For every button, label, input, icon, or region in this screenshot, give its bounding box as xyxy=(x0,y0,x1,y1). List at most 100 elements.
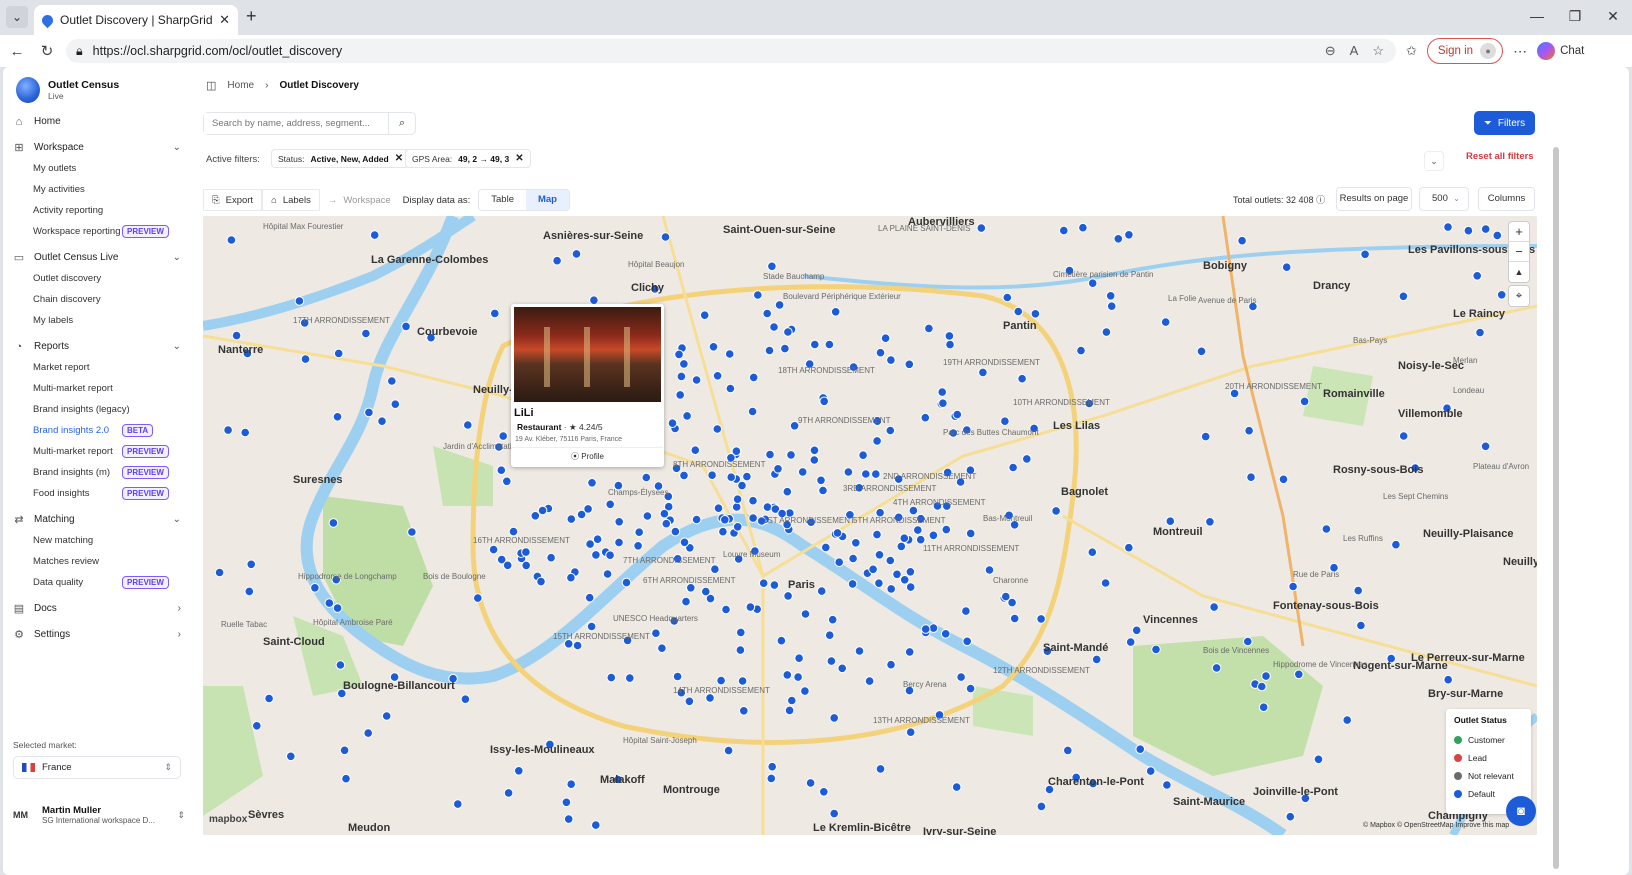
outlet-marker[interactable] xyxy=(521,560,532,571)
market-select[interactable]: France ⇕ xyxy=(13,756,181,779)
outlet-marker[interactable] xyxy=(824,630,835,641)
outlet-marker[interactable] xyxy=(837,663,848,674)
sidebar-item-new-matching[interactable]: New matching xyxy=(3,530,193,551)
outlet-marker[interactable] xyxy=(938,398,948,408)
outlet-marker[interactable] xyxy=(634,527,645,538)
outlet-marker[interactable] xyxy=(940,629,951,639)
outlet-marker[interactable] xyxy=(605,550,615,561)
outlet-marker[interactable] xyxy=(502,560,513,571)
outlet-marker[interactable] xyxy=(659,508,670,519)
outlet-marker[interactable] xyxy=(675,390,686,400)
outlet-marker[interactable] xyxy=(341,773,351,784)
sidebar-item-multi-market-report-preview[interactable]: Multi-market report PREVIEW xyxy=(3,441,193,462)
outlet-marker[interactable] xyxy=(1087,547,1098,558)
outlet-marker[interactable] xyxy=(718,526,728,537)
outlet-marker[interactable] xyxy=(1209,602,1219,612)
outlet-marker[interactable] xyxy=(586,621,597,632)
outlet-marker[interactable] xyxy=(1113,234,1124,244)
zoom-out-button[interactable]: − xyxy=(1509,242,1529,262)
outlet-marker[interactable] xyxy=(214,567,225,578)
outlet-marker[interactable] xyxy=(827,614,838,625)
outlet-marker[interactable] xyxy=(797,467,808,477)
outlet-marker[interactable] xyxy=(1002,292,1013,303)
chat-support-icon[interactable]: ◙ xyxy=(1506,796,1536,826)
outlet-marker[interactable] xyxy=(899,575,910,585)
search-input[interactable] xyxy=(204,113,390,134)
outlet-marker[interactable] xyxy=(864,676,875,686)
outlet-marker[interactable] xyxy=(572,640,583,651)
outlet-marker[interactable] xyxy=(937,387,948,397)
outlet-marker[interactable] xyxy=(1008,462,1018,473)
outlet-marker[interactable] xyxy=(1205,517,1215,527)
outlet-marker[interactable] xyxy=(787,695,797,706)
outlet-marker[interactable] xyxy=(264,693,274,704)
favorites-icon[interactable]: ✩ xyxy=(1406,43,1417,59)
remove-filter-icon[interactable]: ✕ xyxy=(395,153,403,164)
outlet-marker[interactable] xyxy=(821,542,831,553)
outlet-marker[interactable] xyxy=(818,485,828,496)
scrollbar-thumb[interactable] xyxy=(1553,147,1559,869)
outlet-marker[interactable] xyxy=(708,342,719,352)
outlet-marker[interactable] xyxy=(460,694,471,705)
sidebar-item-docs[interactable]: ▤ Docs › xyxy=(3,598,193,619)
outlet-marker[interactable] xyxy=(1196,346,1207,357)
outlet-marker[interactable] xyxy=(490,308,500,319)
outlet-marker[interactable] xyxy=(764,345,775,356)
outlet-marker[interactable] xyxy=(584,592,595,603)
outlet-marker[interactable] xyxy=(1059,225,1069,236)
outlet-marker[interactable] xyxy=(625,673,635,683)
outlet-marker[interactable] xyxy=(774,300,785,310)
outlet-marker[interactable] xyxy=(1001,591,1011,602)
outlet-marker[interactable] xyxy=(800,686,810,696)
zoom-in-button[interactable]: + xyxy=(1509,222,1529,242)
outlet-marker[interactable] xyxy=(713,503,724,514)
outlet-popup[interactable]: LiLi Restaurant · ★ 4.24/5 19 Av. Kléber… xyxy=(511,304,664,467)
outlet-marker[interactable] xyxy=(660,232,671,242)
outlet-marker[interactable] xyxy=(1100,578,1111,588)
sidebar-section-matching[interactable]: ⇄ Matching ⌄ xyxy=(3,509,193,530)
outlet-marker[interactable] xyxy=(765,449,775,460)
workspace-button[interactable]: → Workspace xyxy=(320,189,399,211)
outlet-marker[interactable] xyxy=(633,541,643,551)
outlet-marker[interactable] xyxy=(563,814,574,824)
filter-chip-gps[interactable]: GPS Area: 49, 2 → 49, 3 ✕ xyxy=(405,149,531,168)
filter-chip-status[interactable]: Status: Active, New, Added ✕ xyxy=(271,149,411,168)
outlet-marker[interactable] xyxy=(1443,222,1453,232)
url-field[interactable]: 🔒︎ https://ocl.sharpgrid.com/ocl/outlet_… xyxy=(66,39,1396,63)
outlet-marker[interactable] xyxy=(1313,754,1324,765)
outlet-marker[interactable] xyxy=(1356,620,1366,631)
outlet-marker[interactable] xyxy=(1124,542,1134,553)
outlet-marker[interactable] xyxy=(721,604,731,615)
outlet-marker[interactable] xyxy=(753,290,763,300)
outlet-marker[interactable] xyxy=(561,797,572,808)
outlet-marker[interactable] xyxy=(1000,416,1010,426)
outlet-marker[interactable] xyxy=(670,526,681,537)
outlet-marker[interactable] xyxy=(767,261,777,272)
outlet-marker[interactable] xyxy=(591,550,601,560)
outlet-marker[interactable] xyxy=(886,355,896,365)
outlet-marker[interactable] xyxy=(332,603,343,613)
outlet-marker[interactable] xyxy=(816,475,826,486)
sidebar-item-outlet-discovery[interactable]: Outlet discovery xyxy=(3,268,193,289)
sidebar-item-food-insights[interactable]: Food insights PREVIEW xyxy=(3,483,193,504)
outlet-marker[interactable] xyxy=(679,359,689,369)
outlet-marker[interactable] xyxy=(566,572,576,583)
outlet-marker[interactable] xyxy=(913,525,923,535)
sidebar-item-brand-insights-legacy[interactable]: Brand insights (legacy) xyxy=(3,399,193,420)
outlet-marker[interactable] xyxy=(875,347,886,358)
outlet-marker[interactable] xyxy=(676,371,687,382)
tab-table[interactable]: Table xyxy=(479,190,526,210)
outlet-marker[interactable] xyxy=(682,411,692,421)
outlet-marker[interactable] xyxy=(1200,431,1211,442)
outlet-marker[interactable] xyxy=(1258,702,1269,713)
map-attribution[interactable]: © Mapbox © OpenStreetMap Improve this ma… xyxy=(1363,822,1509,829)
sidebar-item-settings[interactable]: ⚙ Settings › xyxy=(3,624,193,645)
breadcrumb-home[interactable]: Home xyxy=(227,80,254,91)
outlet-marker[interactable] xyxy=(1492,230,1503,241)
outlet-marker[interactable] xyxy=(363,728,373,738)
sidebar-item-data-quality[interactable]: Data quality PREVIEW xyxy=(3,572,193,593)
outlet-marker[interactable] xyxy=(965,528,976,539)
outlet-marker[interactable] xyxy=(1091,654,1102,665)
outlet-marker[interactable] xyxy=(387,376,397,386)
outlet-marker[interactable] xyxy=(488,544,499,555)
